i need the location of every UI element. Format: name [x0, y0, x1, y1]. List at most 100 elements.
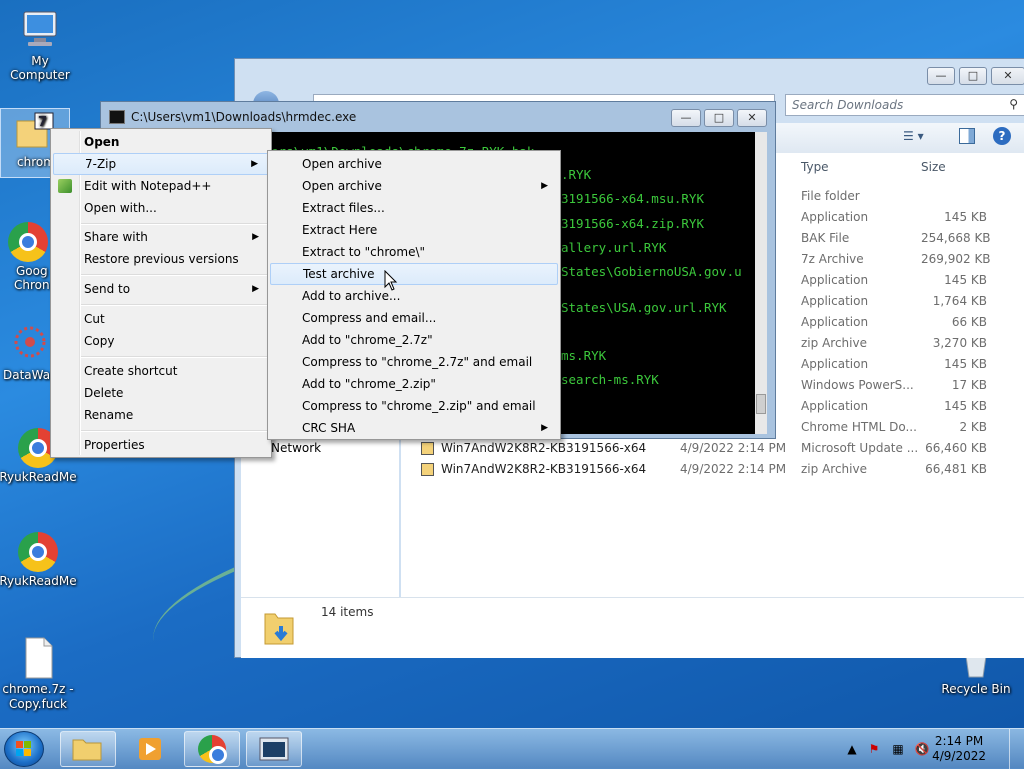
menu-item-share-with[interactable]: Share with ▶ [53, 226, 269, 248]
menu-item-crc-sha[interactable]: CRC SHA ▶ [270, 417, 558, 439]
menu-item-add-to-archive[interactable]: Add to archive... [270, 285, 558, 307]
explorer-maximize-button[interactable]: □ [959, 67, 987, 85]
console-line: States\GobiernoUSA.gov.u [561, 264, 742, 279]
desktop-icon-my-computer[interactable]: My Computer [0, 8, 80, 82]
console-close-button[interactable]: ✕ [737, 109, 767, 127]
chrome-icon [198, 735, 227, 764]
cell-size: 145 KB [944, 273, 987, 287]
menu-item-extract-here[interactable]: Extract Here [270, 219, 558, 241]
file-icon [16, 636, 60, 680]
menu-item-edit-notepadpp[interactable]: Edit with Notepad++ [53, 175, 269, 197]
explorer-minimize-button[interactable]: — [927, 67, 955, 85]
chrome-icon [18, 532, 58, 572]
menu-item-open[interactable]: Open [53, 131, 269, 153]
show-hidden-icons-icon[interactable]: ▲ [844, 741, 860, 757]
menu-item-cut[interactable]: Cut [53, 308, 269, 330]
cell-type: zip Archive [801, 336, 867, 350]
notepadpp-icon [58, 179, 72, 193]
network-tray-icon[interactable]: ▦ [890, 741, 906, 757]
column-header-type[interactable]: Type [801, 153, 829, 181]
console-minimize-button[interactable]: — [671, 109, 701, 127]
cell-type: Application [801, 294, 869, 308]
folder-icon [72, 739, 102, 761]
console-scrollbar[interactable] [755, 132, 767, 434]
menu-separator [81, 304, 267, 306]
menu-item-extract-to[interactable]: Extract to "chrome\" [270, 241, 558, 263]
cell-type: BAK File [801, 231, 850, 245]
menu-item-extract-files[interactable]: Extract files... [270, 197, 558, 219]
menu-item-compress-zip-email[interactable]: Compress to "chrome_2.zip" and email [270, 395, 558, 417]
menu-item-test-archive[interactable]: Test archive [270, 263, 558, 285]
svg-text:7: 7 [38, 115, 47, 130]
cell-size [921, 186, 987, 207]
cell-type: Application [801, 357, 869, 371]
menu-item-properties[interactable]: Properties [53, 434, 269, 456]
console-line: 3191566-x64.msu.RYK [561, 191, 704, 206]
menu-item-restore-previous[interactable]: Restore previous versions [53, 248, 269, 270]
cell-size: 269,902 KB [921, 252, 991, 266]
desktop-icon-ryukreadme-2[interactable]: RyukReadMe [0, 530, 78, 588]
menu-item-7zip[interactable]: 7-Zip ▶ [53, 153, 269, 175]
menu-item-create-shortcut[interactable]: Create shortcut [53, 360, 269, 382]
search-icon: ⚲ [1009, 97, 1018, 111]
volume-muted-icon[interactable]: 🔇 [914, 741, 930, 757]
nav-item-network[interactable]: Network [257, 441, 321, 455]
table-row[interactable]: Win7AndW2K8R2-KB3191566-x64 4/9/2022 2:14… [401, 438, 1024, 459]
cell-size: 66 KB [951, 315, 987, 329]
show-desktop-button[interactable] [1009, 729, 1024, 769]
console-line: ms.RYK [561, 348, 607, 363]
menu-item-delete[interactable]: Delete [53, 382, 269, 404]
explorer-close-button[interactable]: ✕ [991, 67, 1024, 85]
menu-separator [81, 274, 267, 276]
table-row[interactable]: Win7AndW2K8R2-KB3191566-x64 4/9/2022 2:14… [401, 459, 1024, 480]
menu-item-send-to[interactable]: Send to ▶ [53, 278, 269, 300]
search-input[interactable]: Search Downloads ⚲ [785, 94, 1024, 116]
help-icon[interactable]: ? [993, 127, 1011, 145]
desktop-icon-label: My Computer [10, 54, 70, 82]
cell-type: Application [801, 315, 869, 329]
console-line: 3191566-x64.zip.RYK [561, 216, 704, 231]
views-icon[interactable]: ☰ ▾ [903, 129, 924, 143]
desktop-icon-chrome-copy[interactable]: chrome.7z - Copy.fuck [0, 636, 78, 712]
cell-type: zip Archive [801, 462, 867, 476]
taskbar-media-player[interactable] [122, 731, 178, 767]
menu-item-compress-and-email[interactable]: Compress and email... [270, 307, 558, 329]
cell-size: 66,460 KB [925, 441, 987, 455]
cell-size: 145 KB [944, 399, 987, 413]
column-header-size[interactable]: Size [921, 153, 946, 181]
taskbar-console[interactable] [246, 731, 302, 767]
cell-size: 17 KB [951, 378, 987, 392]
menu-item-open-archive[interactable]: Open archive [270, 153, 558, 175]
console-line: search-ms.RYK [561, 372, 659, 387]
submenu-arrow-icon: ▶ [252, 284, 259, 294]
desktop-icon-label: chrome.7z - [2, 682, 74, 696]
menu-item-open-archive-sub[interactable]: Open archive ▶ [270, 175, 558, 197]
preview-pane-icon[interactable] [959, 128, 975, 144]
menu-item-open-with[interactable]: Open with... [53, 197, 269, 219]
details-pane: 14 items [241, 597, 1024, 658]
menu-item-add-to-zip[interactable]: Add to "chrome_2.zip" [270, 373, 558, 395]
submenu-arrow-icon: ▶ [251, 159, 258, 169]
console-scroll-thumb[interactable] [756, 394, 766, 414]
cell-name: Win7AndW2K8R2-KB3191566-x64 [441, 441, 647, 455]
taskbar-explorer[interactable] [60, 731, 116, 767]
taskbar-chrome[interactable] [184, 731, 240, 767]
menu-item-add-to-7z[interactable]: Add to "chrome_2.7z" [270, 329, 558, 351]
cell-type: Microsoft Update ... [801, 441, 919, 455]
start-button[interactable] [4, 731, 44, 767]
windows-logo-icon [16, 741, 31, 756]
console-title: C:\Users\vm1\Downloads\hrmdec.exe [131, 110, 357, 124]
clock-time: 2:14 PM [934, 734, 984, 748]
menu-item-copy[interactable]: Copy [53, 330, 269, 352]
desktop-icon-label: RyukReadMe [0, 470, 77, 484]
console-maximize-button[interactable]: □ [704, 109, 734, 127]
menu-item-compress-7z-email[interactable]: Compress to "chrome_2.7z" and email [270, 351, 558, 373]
datawag-icon [8, 322, 52, 366]
menu-item-rename[interactable]: Rename [53, 404, 269, 426]
cell-type: Windows PowerS... [801, 378, 914, 392]
computer-icon [18, 8, 62, 52]
cell-size: 145 KB [944, 357, 987, 371]
mouse-cursor-icon [384, 270, 398, 291]
clock[interactable]: 2:14 PM 4/9/2022 [932, 734, 986, 764]
action-center-icon[interactable]: ⚑ [866, 741, 882, 757]
